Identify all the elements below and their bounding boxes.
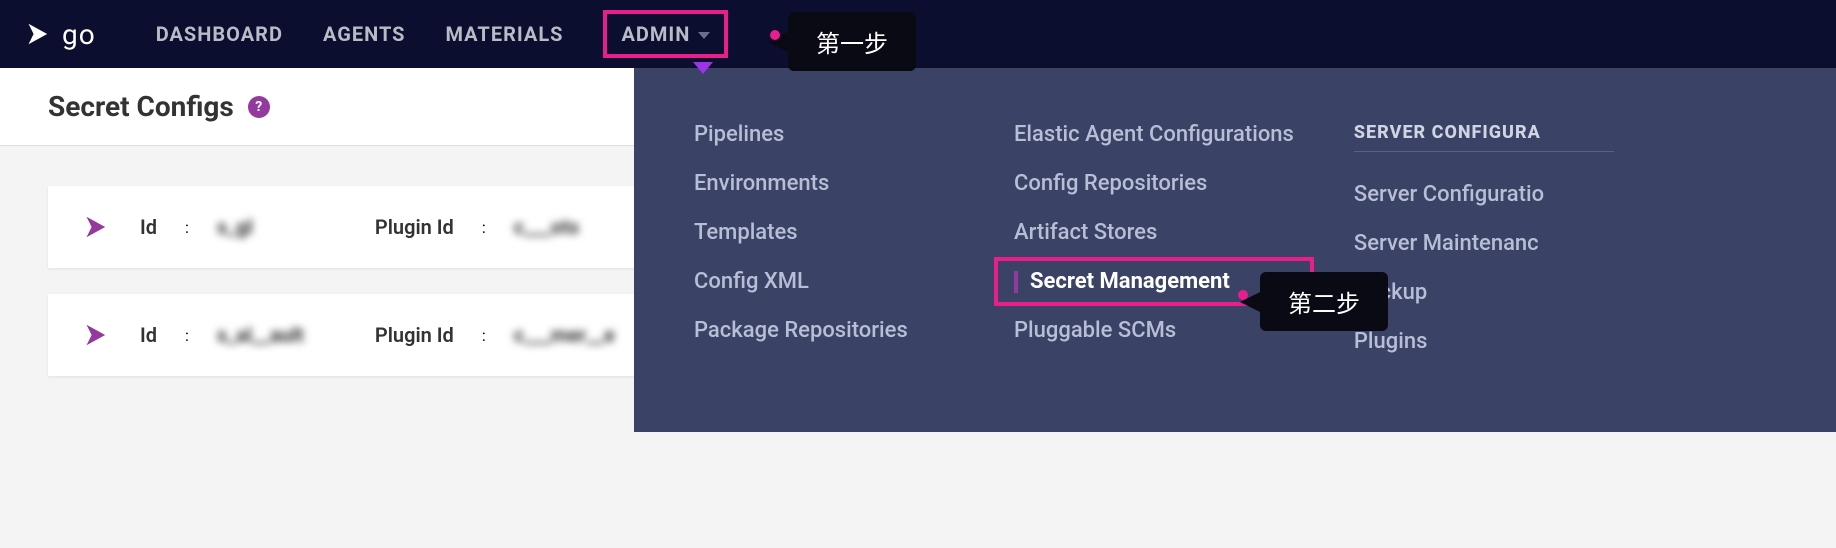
id-value: s_al__ault <box>217 323 347 347</box>
nav-items: DASHBOARD AGENTS MATERIALS ADMIN <box>156 10 729 58</box>
dropdown-server-config[interactable]: Server Configuratio <box>1354 182 1614 207</box>
dropdown-col-1: Pipelines Environments Templates Config … <box>694 122 954 392</box>
dropdown-plugins[interactable]: Plugins <box>1354 329 1614 354</box>
dropdown-templates[interactable]: Templates <box>694 220 954 245</box>
nav-dashboard[interactable]: DASHBOARD <box>156 22 283 46</box>
top-nav: go DASHBOARD AGENTS MATERIALS ADMIN <box>0 0 1836 68</box>
dropdown-config-xml[interactable]: Config XML <box>694 269 954 294</box>
admin-active-indicator <box>693 62 713 74</box>
page-title: Secret Configs <box>48 90 234 123</box>
active-indicator-bar <box>1014 271 1018 293</box>
dropdown-col-2: Elastic Agent Configurations Config Repo… <box>1014 122 1294 392</box>
colon: : <box>185 218 189 237</box>
admin-dropdown-panel: Pipelines Environments Templates Config … <box>634 68 1836 432</box>
logo[interactable]: go <box>20 17 96 51</box>
dropdown-elastic-agent[interactable]: Elastic Agent Configurations <box>1014 122 1294 147</box>
nav-materials[interactable]: MATERIALS <box>446 22 564 46</box>
nav-admin-label: ADMIN <box>621 22 690 46</box>
dropdown-config-repos[interactable]: Config Repositories <box>1014 171 1294 196</box>
id-value: s_gl <box>217 215 347 239</box>
dropdown-pipelines[interactable]: Pipelines <box>694 122 954 147</box>
dropdown-heading-server: SERVER CONFIGURA <box>1354 122 1614 152</box>
plugin-id-value: c___mer__e <box>514 323 644 347</box>
help-icon[interactable]: ? <box>248 96 270 118</box>
secret-config-icon <box>78 318 112 352</box>
callout-dot-1 <box>770 30 780 40</box>
plugin-id-value: c___ots <box>514 215 644 239</box>
secret-config-icon <box>78 210 112 244</box>
dropdown-environments[interactable]: Environments <box>694 171 954 196</box>
dropdown-pluggable-scms[interactable]: Pluggable SCMs <box>1014 318 1294 343</box>
nav-agents[interactable]: AGENTS <box>323 22 406 46</box>
callout-dot-2 <box>1238 290 1248 300</box>
callout-step-2: 第二步 <box>1260 272 1388 331</box>
dropdown-col-3: SERVER CONFIGURA Server Configuratio Ser… <box>1354 122 1614 392</box>
dropdown-backup[interactable]: Backup <box>1354 280 1614 305</box>
colon: : <box>482 218 486 237</box>
go-logo-icon <box>20 17 54 51</box>
plugin-id-label: Plugin Id <box>375 215 454 239</box>
nav-admin[interactable]: ADMIN <box>603 10 728 58</box>
chevron-down-icon <box>698 32 710 39</box>
id-label: Id <box>140 323 157 347</box>
dropdown-artifact-stores[interactable]: Artifact Stores <box>1014 220 1294 245</box>
dropdown-secret-management-label: Secret Management <box>1030 269 1230 294</box>
callout-step-1: 第一步 <box>788 12 916 71</box>
plugin-id-label: Plugin Id <box>375 323 454 347</box>
dropdown-server-maintenance[interactable]: Server Maintenanc <box>1354 231 1614 256</box>
dropdown-package-repos[interactable]: Package Repositories <box>694 318 954 343</box>
colon: : <box>185 326 189 345</box>
id-label: Id <box>140 215 157 239</box>
logo-text: go <box>62 18 96 51</box>
colon: : <box>482 326 486 345</box>
